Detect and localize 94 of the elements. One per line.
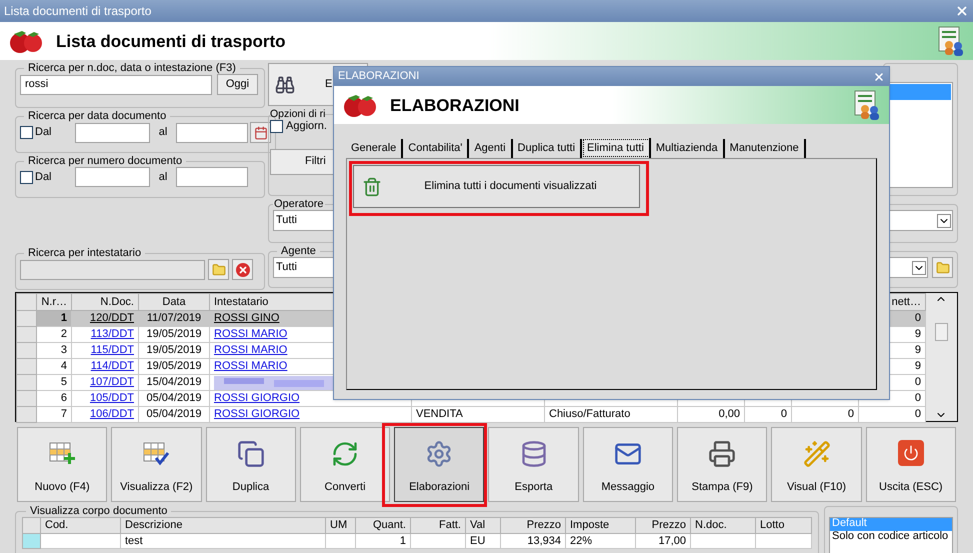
refresh-label: Aggiorn.: [286, 120, 327, 132]
calendar-icon: [254, 126, 268, 140]
group-label: Agente: [280, 246, 317, 257]
table-cell: 0: [858, 406, 926, 422]
table-cell: 22%: [570, 534, 592, 546]
column-header[interactable]: Cod.: [40, 518, 120, 534]
group-label: Ricerca per intestatario: [27, 248, 142, 259]
to-label: al: [158, 127, 168, 138]
folder-button[interactable]: [208, 259, 229, 280]
close-icon[interactable]: [873, 70, 885, 82]
group-label: Opzioni di ri: [270, 109, 326, 120]
people-icon: [937, 26, 965, 56]
close-icon[interactable]: [955, 4, 969, 18]
strawberry-icon: [8, 28, 44, 54]
table-cell: 0,00: [718, 408, 740, 420]
to-label: al: [158, 172, 168, 182]
table-cell: 1: [400, 534, 406, 546]
toolbar-button[interactable]: Duplica: [206, 427, 296, 502]
column-header[interactable]: Descrizione: [120, 518, 326, 534]
table-cell: Chiuso/Fatturato: [549, 408, 630, 420]
toolbar-button[interactable]: Esporta: [488, 427, 579, 502]
group-label: Ricerca per n.doc, data o intestazione (F3): [27, 63, 237, 74]
table-cell: EU: [470, 534, 486, 546]
grid-check-icon: [142, 440, 170, 468]
list-box[interactable]: Default Solo con codice articolo: [829, 517, 953, 553]
toolbar-button[interactable]: Converti: [300, 427, 390, 502]
row-number-cell[interactable]: 6: [36, 390, 72, 406]
wand-icon: [802, 440, 831, 468]
close-icon: [236, 262, 250, 276]
from-label: Dal: [35, 172, 53, 182]
column-header[interactable]: Imposte: [566, 518, 636, 534]
row-number-cell[interactable]: 5: [36, 374, 72, 390]
toolbar-button[interactable]: Visual (F10): [771, 427, 862, 502]
folder-button[interactable]: [932, 257, 953, 278]
printer-icon: [708, 440, 736, 468]
strawberry-icon: [342, 92, 378, 118]
column-header[interactable]: Data: [138, 294, 210, 310]
action-button[interactable]: Elimina tutti i documenti visualizzati: [353, 165, 640, 208]
list-selection: [890, 84, 951, 100]
row-number-cell[interactable]: 1: [36, 310, 72, 326]
database-icon: [520, 440, 548, 468]
table-cell: 0: [848, 408, 854, 420]
row-number-cell[interactable]: 3: [36, 342, 72, 358]
today-button[interactable]: Oggi: [217, 74, 258, 95]
list-item[interactable]: Solo con codice articolo: [830, 531, 952, 544]
from-label: Dal: [35, 127, 53, 138]
tab[interactable]: Elimina tutti: [582, 138, 651, 158]
table-cell: 05/04/2019: [138, 406, 210, 422]
window-title: Lista documenti di trasporto: [4, 5, 152, 17]
scroll-thumb[interactable]: [934, 323, 948, 341]
trash-icon: [362, 176, 382, 196]
table-cell: test: [125, 534, 143, 546]
scrollbar[interactable]: [926, 293, 957, 421]
checkbox[interactable]: [270, 120, 283, 132]
toolbar-button[interactable]: Uscita (ESC): [866, 427, 956, 502]
refresh-icon: [331, 440, 360, 468]
row-number-cell[interactable]: 4: [36, 358, 72, 374]
input-field[interactable]: [176, 167, 248, 187]
toolbar-button[interactable]: Nuovo (F4): [17, 427, 108, 502]
toolbar-button[interactable]: Stampa (F9): [677, 427, 768, 502]
toolbar-button[interactable]: Messaggio: [582, 427, 674, 502]
page-heading: Lista documenti di trasporto: [56, 32, 287, 50]
input-field[interactable]: rossi: [20, 74, 212, 94]
people-icon: [853, 90, 881, 120]
table-cell: 17,00: [658, 534, 686, 546]
table-cell: 0: [780, 408, 787, 420]
input-field[interactable]: [176, 122, 248, 142]
calendar-button[interactable]: [250, 122, 271, 143]
group-label: Ricerca per data documento: [27, 111, 168, 122]
binoculars-icon: [275, 74, 295, 94]
column-header[interactable]: N.doc.: [690, 518, 756, 534]
power-icon: [898, 440, 924, 466]
folder-icon: [936, 260, 950, 274]
input-field[interactable]: [20, 260, 205, 280]
group-label: Visualizza corpo documento: [29, 506, 168, 517]
folder-icon: [212, 262, 226, 276]
group-label: Operatore: [273, 199, 325, 210]
input-field[interactable]: [75, 122, 150, 142]
row-number-cell[interactable]: 2: [36, 326, 72, 342]
checkbox[interactable]: [20, 126, 33, 139]
group-label: Ricerca per numero documento: [27, 156, 184, 167]
dialog-heading: ELABORAZIONI: [390, 96, 520, 114]
input-field[interactable]: [75, 167, 150, 187]
table-cell: VENDITA: [416, 408, 463, 420]
clear-button[interactable]: [232, 259, 253, 280]
copy-icon: [236, 440, 265, 468]
row-number-cell[interactable]: 7: [36, 406, 72, 422]
toolbar-button[interactable]: Elaborazioni: [394, 427, 484, 502]
table-cell: 13,934: [527, 534, 561, 546]
checkbox[interactable]: [20, 170, 33, 184]
list-box[interactable]: [888, 82, 953, 188]
toolbar-button[interactable]: Visualizza (F2): [111, 427, 202, 502]
gear-icon: [425, 440, 454, 468]
column-header[interactable]: Prezzo: [500, 518, 566, 534]
